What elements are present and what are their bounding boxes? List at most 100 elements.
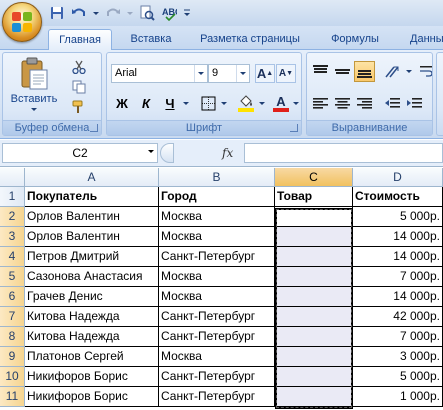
table-cell[interactable] [275, 367, 353, 387]
row-header[interactable]: 3 [0, 227, 25, 247]
table-cell[interactable]: 3 000р. [353, 347, 443, 367]
undo-icon[interactable] [70, 4, 88, 22]
select-all-corner[interactable] [0, 168, 25, 187]
fx-button[interactable]: fx [222, 146, 233, 160]
copy-button[interactable] [69, 78, 89, 96]
increase-indent-button[interactable] [404, 93, 425, 114]
font-color-dropdown-icon[interactable] [291, 93, 301, 114]
tab-insert[interactable]: Вставка [122, 29, 180, 50]
table-cell[interactable]: 14 000р. [353, 227, 443, 247]
table-cell[interactable]: 14 000р. [353, 287, 443, 307]
wrap-text-button[interactable] [419, 61, 433, 82]
font-name-dropdown-icon[interactable] [194, 65, 207, 82]
table-cell[interactable] [275, 207, 353, 227]
shrink-font-button[interactable]: A ▼ [276, 64, 296, 83]
table-cell[interactable]: Китова Надежда [25, 327, 159, 347]
table-cell[interactable]: Китова Надежда [25, 307, 159, 327]
table-cell[interactable]: Грачев Денис [25, 287, 159, 307]
font-name-combo[interactable]: Arial [111, 64, 208, 83]
italic-button[interactable]: К [135, 93, 157, 114]
table-cell[interactable]: 5 000р. [353, 367, 443, 387]
bold-button[interactable]: Ж [111, 93, 133, 114]
table-cell[interactable]: 7 000р. [353, 267, 443, 287]
table-cell[interactable]: 1 000р. [353, 387, 443, 407]
decrease-indent-button[interactable] [382, 93, 403, 114]
table-cell[interactable]: Санкт-Петербург [159, 247, 275, 267]
table-cell[interactable] [275, 387, 353, 407]
undo-dropdown-icon[interactable] [92, 4, 100, 22]
header-cell[interactable]: Стоимость [353, 187, 443, 207]
borders-button[interactable] [197, 93, 219, 114]
tab-page-layout[interactable]: Разметка страницы [190, 29, 310, 50]
column-header-d[interactable]: D [353, 168, 443, 187]
table-cell[interactable] [275, 327, 353, 347]
table-cell[interactable]: Санкт-Петербург [159, 307, 275, 327]
formula-input[interactable] [244, 143, 443, 163]
align-middle-button[interactable] [332, 61, 353, 82]
font-size-combo[interactable]: 9 [208, 64, 250, 83]
header-cell[interactable]: Покупатель [25, 187, 159, 207]
table-cell[interactable]: 7 000р. [353, 327, 443, 347]
table-cell[interactable] [275, 227, 353, 247]
table-cell[interactable]: Орлов Валентин [25, 227, 159, 247]
font-size-dropdown-icon[interactable] [236, 65, 249, 82]
row-header[interactable]: 1 [0, 187, 25, 207]
table-cell[interactable]: Москва [159, 227, 275, 247]
format-painter-button[interactable] [69, 98, 89, 116]
redo-icon[interactable] [104, 4, 122, 22]
font-color-button[interactable]: A [271, 93, 291, 114]
column-header-a[interactable]: A [25, 168, 159, 187]
fill-color-dropdown-icon[interactable] [257, 93, 267, 114]
table-cell[interactable]: Сазонова Анастасия [25, 267, 159, 287]
table-cell[interactable] [275, 247, 353, 267]
fill-color-button[interactable] [235, 93, 257, 114]
align-top-button[interactable] [310, 61, 331, 82]
column-header-c[interactable]: C [275, 168, 353, 187]
align-right-button[interactable] [354, 93, 375, 114]
table-cell[interactable]: Москва [159, 267, 275, 287]
table-cell[interactable]: Никифоров Борис [25, 387, 159, 407]
row-header[interactable]: 6 [0, 287, 25, 307]
tab-home[interactable]: Главная [48, 29, 112, 51]
row-header[interactable]: 10 [0, 367, 25, 387]
table-cell[interactable]: Санкт-Петербург [159, 327, 275, 347]
redo-dropdown-icon[interactable] [126, 4, 134, 22]
align-bottom-button[interactable] [354, 61, 375, 82]
cut-button[interactable] [69, 58, 89, 76]
orientation-button[interactable] [382, 61, 404, 82]
spelling-icon[interactable]: ABC [160, 4, 178, 22]
underline-dropdown-icon[interactable] [181, 93, 191, 114]
table-cell[interactable]: Платонов Сергей [25, 347, 159, 367]
header-cell[interactable]: Город [159, 187, 275, 207]
name-box-dropdown-icon[interactable] [148, 150, 154, 169]
table-cell[interactable] [275, 267, 353, 287]
table-cell[interactable]: 5 000р. [353, 207, 443, 227]
row-header[interactable]: 11 [0, 387, 25, 407]
row-header[interactable]: 4 [0, 247, 25, 267]
qat-customize-icon[interactable] [182, 4, 192, 22]
formula-bar-splitter[interactable] [160, 143, 174, 163]
align-left-button[interactable] [310, 93, 331, 114]
borders-dropdown-icon[interactable] [219, 93, 229, 114]
orientation-dropdown-icon[interactable] [404, 61, 414, 82]
row-header[interactable]: 8 [0, 327, 25, 347]
table-cell[interactable]: Никифоров Борис [25, 367, 159, 387]
tab-formulas[interactable]: Формулы [322, 29, 388, 50]
table-cell[interactable]: 14 000р. [353, 247, 443, 267]
table-cell[interactable] [275, 347, 353, 367]
table-cell[interactable] [275, 287, 353, 307]
align-center-button[interactable] [332, 93, 353, 114]
row-header[interactable]: 7 [0, 307, 25, 327]
column-header-b[interactable]: B [159, 168, 275, 187]
table-cell[interactable]: Москва [159, 287, 275, 307]
font-launcher-icon[interactable] [290, 124, 298, 132]
row-header[interactable]: 9 [0, 347, 25, 367]
table-cell[interactable]: Санкт-Петербург [159, 367, 275, 387]
save-icon[interactable] [48, 4, 66, 22]
clipboard-launcher-icon[interactable] [90, 124, 98, 132]
underline-button[interactable]: Ч [159, 93, 181, 114]
table-cell[interactable]: 42 000р. [353, 307, 443, 327]
table-cell[interactable]: Санкт-Петербург [159, 387, 275, 407]
tab-data[interactable]: Данны [400, 29, 443, 50]
grow-font-button[interactable]: A ▲ [255, 64, 275, 83]
